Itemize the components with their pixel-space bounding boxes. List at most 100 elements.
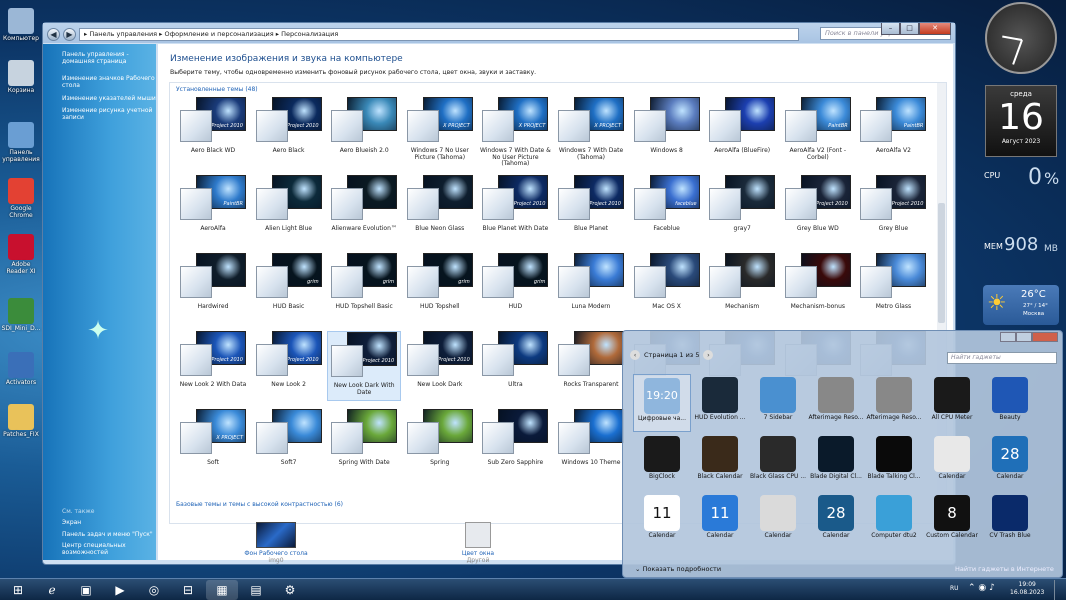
wallpaper-setting[interactable]: Фон Рабочего стола img0 — [226, 522, 326, 564]
gadget-tile[interactable]: CV Trash Blue — [981, 492, 1039, 550]
theme-tile[interactable]: gray7 — [705, 175, 779, 245]
ie-icon[interactable]: ℯ — [36, 580, 68, 600]
theme-tile[interactable]: Spring — [403, 409, 477, 479]
theme-tile[interactable]: Alien Light Blue — [252, 175, 326, 245]
nav-link-display[interactable]: Экран — [62, 519, 157, 527]
nav-link-account-picture[interactable]: Изменение рисунка учетной записи — [62, 107, 157, 122]
theme-tile[interactable]: X Project 2010 Aero Black — [252, 97, 326, 167]
close-button[interactable]: ✕ — [919, 23, 951, 35]
theme-tile[interactable]: X Project 2010 Aero Black WD — [176, 97, 250, 167]
control-panel-task-icon[interactable]: ▦ — [206, 580, 238, 600]
show-details-link[interactable]: ⌄ Показать подробности — [635, 565, 721, 573]
cpu-meter[interactable]: CPU 0 % — [982, 165, 1060, 205]
nav-link-home[interactable]: Панель управления - домашняя страница — [62, 51, 157, 66]
desktop-icon[interactable]: Корзина — [0, 60, 42, 95]
gadget-tile[interactable]: Beauty — [981, 374, 1039, 432]
theme-tile[interactable]: X Project 2010 New Look 2 With Data — [176, 331, 250, 401]
gadget-minimize-button[interactable] — [1000, 332, 1016, 342]
show-desktop-button[interactable] — [1054, 580, 1066, 600]
gadget-tile[interactable]: Calendar — [749, 492, 807, 550]
theme-tile[interactable]: Luna Modern — [554, 253, 628, 323]
theme-tile[interactable]: Windows 10 Theme — [554, 409, 628, 479]
gadget-tile[interactable]: Black Glass CPU ... — [749, 433, 807, 491]
explorer-icon[interactable]: ▣ — [70, 580, 102, 600]
gadget-tile[interactable]: All CPU Meter — [923, 374, 981, 432]
memory-meter[interactable]: MEM 908 MB — [982, 232, 1060, 272]
theme-tile[interactable]: PaintBR AeroAlfa V2 (Font - Corbel) — [781, 97, 855, 167]
theme-tile[interactable]: grim HUD Basic — [252, 253, 326, 323]
next-page-button[interactable]: › — [703, 350, 714, 360]
windows-app-icon[interactable]: ⊟ — [172, 580, 204, 600]
language-indicator[interactable]: RU — [950, 585, 959, 592]
theme-tile[interactable]: X Project 2010 Grey Blue WD — [781, 175, 855, 245]
desktop-icon[interactable]: Google Chrome — [0, 178, 42, 220]
theme-tile[interactable]: grim HUD Topshell Basic — [327, 253, 401, 323]
theme-tile[interactable]: Alienware Evolution™ — [327, 175, 401, 245]
theme-tile[interactable]: Blue Neon Glass — [403, 175, 477, 245]
gadget-search-input[interactable]: Найти гаджеты — [947, 352, 1057, 364]
theme-tile[interactable]: Metro Glass — [856, 253, 930, 323]
theme-tile[interactable]: grim HUD Topshell — [403, 253, 477, 323]
forward-button[interactable]: ▶ — [63, 28, 76, 41]
gadget-maximize-button[interactable] — [1016, 332, 1032, 342]
gadget-tile[interactable]: 11 Calendar — [691, 492, 749, 550]
nav-link-taskbar[interactable]: Панель задач и меню "Пуск" — [62, 531, 157, 539]
theme-tile[interactable]: AeroAlfa (BlueFire) — [705, 97, 779, 167]
theme-tile[interactable]: X Project 2010 Grey Blue — [856, 175, 930, 245]
online-gadgets-link[interactable]: Найти гаджеты в Интернете — [955, 565, 1054, 573]
tray-icons[interactable]: ⌃ ◉ ♪ — [968, 583, 995, 593]
theme-tile[interactable]: PaintBR AeroAlfa — [176, 175, 250, 245]
start-button[interactable]: ⊞ — [2, 580, 34, 600]
theme-tile[interactable]: Windows 8 — [630, 97, 704, 167]
tools-icon[interactable]: ⚙ — [274, 580, 306, 600]
theme-tile[interactable]: Sub Zero Sapphire — [478, 409, 552, 479]
gadget-tile[interactable]: Black Calendar — [691, 433, 749, 491]
analog-clock[interactable] — [985, 2, 1057, 74]
desktop-icon[interactable]: Adobe Reader XI — [0, 234, 42, 276]
theme-tile[interactable]: Ultra — [478, 331, 552, 401]
gadget-tile[interactable]: Blade Digital Cl... — [807, 433, 865, 491]
theme-tile[interactable]: Rocks Transparent — [554, 331, 628, 401]
theme-tile[interactable]: X Project 2010 New Look 2 — [252, 331, 326, 401]
theme-tile[interactable]: X PROJECT Windows 7 With Date (Tahoma) — [554, 97, 628, 167]
window-color-setting[interactable]: Цвет окна Другой — [428, 522, 528, 564]
desktop-icon[interactable]: Компьютер — [0, 8, 42, 43]
theme-tile[interactable]: Mechanism-bonus — [781, 253, 855, 323]
theme-tile[interactable]: Aero Blueish 2.0 — [327, 97, 401, 167]
desktop-icon[interactable]: SDI_Mini_D... — [0, 298, 42, 333]
theme-tile[interactable]: X Project 2010 New Look Dark — [403, 331, 477, 401]
date-gadget[interactable]: среда 16 Август 2023 — [985, 85, 1057, 157]
gadget-tile[interactable]: 8 Custom Calendar — [923, 492, 981, 550]
nav-link-desktop-icons[interactable]: Изменение значков Рабочего стола — [62, 75, 157, 90]
theme-tile[interactable]: X PROJECT Windows 7 With Date & No User P… — [478, 97, 552, 167]
gadget-tile[interactable]: 19:20 Цифровые ча... — [633, 374, 691, 432]
minimize-button[interactable]: – — [881, 23, 900, 35]
theme-tile[interactable]: Soft7 — [252, 409, 326, 479]
theme-tile[interactable]: X Project 2010 Blue Planet — [554, 175, 628, 245]
gadget-tile[interactable]: Blade Talking Cl... — [865, 433, 923, 491]
theme-tile[interactable]: PaintBR AeroAlfa V2 — [856, 97, 930, 167]
theme-tile[interactable]: X PROJECT Soft — [176, 409, 250, 479]
window-task-icon[interactable]: ▤ — [240, 580, 272, 600]
tray-clock[interactable]: 19:09 16.08.2023 — [1010, 581, 1044, 597]
gadget-tile[interactable]: Calendar — [923, 433, 981, 491]
theme-tile[interactable]: faceblue Faceblue — [630, 175, 704, 245]
theme-tile[interactable]: X Project 2010 New Look Dark With Date — [327, 331, 402, 401]
prev-page-button[interactable]: ‹ — [630, 350, 640, 360]
gadget-tile[interactable]: 28 Calendar — [807, 492, 865, 550]
back-button[interactable]: ◀ — [47, 28, 60, 41]
theme-tile[interactable]: X PROJECT Windows 7 No User Picture (Taho… — [403, 97, 477, 167]
theme-tile[interactable]: grim HUD — [478, 253, 552, 323]
maximize-button[interactable]: □ — [900, 23, 919, 35]
breadcrumb[interactable]: ▸ Панель управления ▸ Оформление и персо… — [79, 28, 799, 41]
chrome-icon[interactable]: ◎ — [138, 580, 170, 600]
theme-tile[interactable]: X Project 2010 Blue Planet With Date — [478, 175, 552, 245]
gadget-tile[interactable]: 11 Calendar — [633, 492, 691, 550]
media-player-icon[interactable]: ▶ — [104, 580, 136, 600]
gadget-tile[interactable]: Computer dtu2 — [865, 492, 923, 550]
gadget-tile[interactable]: BigClock — [633, 433, 691, 491]
gadget-close-button[interactable] — [1032, 332, 1058, 342]
gadget-tile[interactable]: 28 Calendar — [981, 433, 1039, 491]
gadget-tile[interactable]: 7 Sidebar — [749, 374, 807, 432]
theme-tile[interactable]: Spring With Date — [327, 409, 401, 479]
